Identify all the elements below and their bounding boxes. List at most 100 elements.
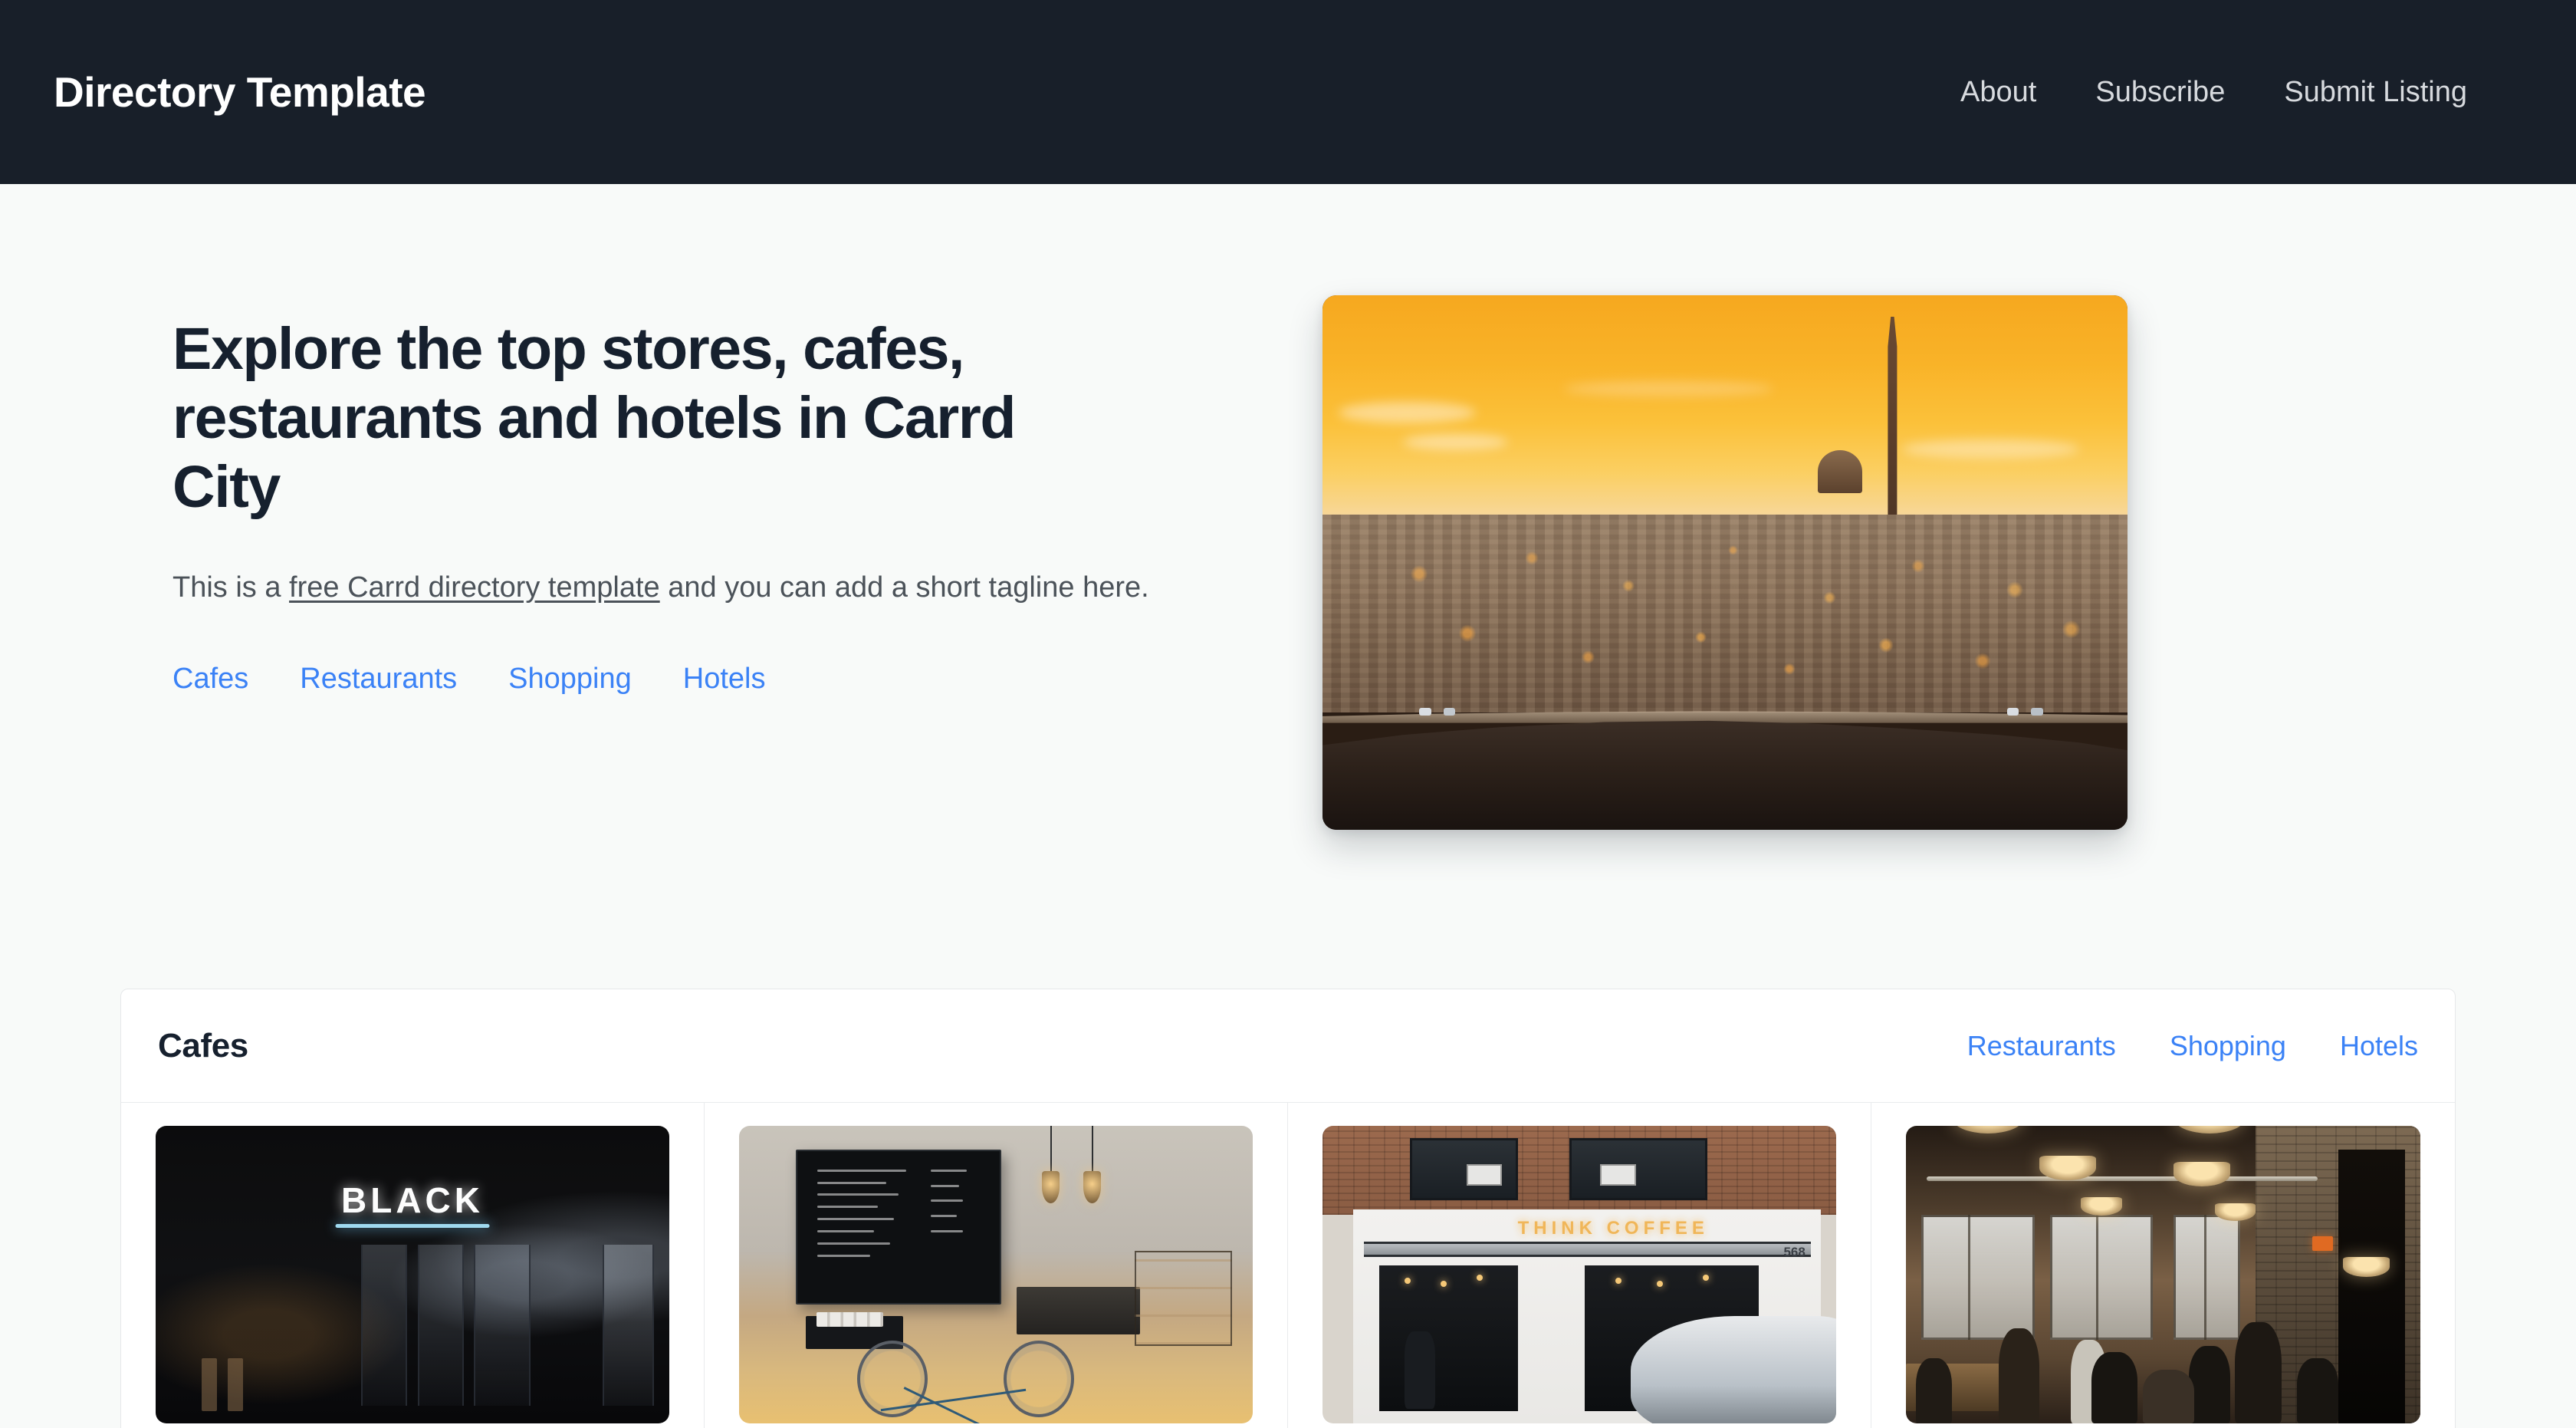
cafe-guest — [2189, 1346, 2230, 1423]
menu-price — [930, 1199, 964, 1203]
window-panel — [474, 1245, 531, 1406]
site-brand[interactable]: Directory Template — [54, 67, 426, 117]
nav-link-about[interactable]: About — [1960, 76, 2036, 109]
exit-sign — [2312, 1236, 2333, 1251]
window-mullion — [2096, 1215, 2099, 1341]
think-coffee-sign: THINK COFFEE — [1517, 1218, 1709, 1239]
large-window — [2173, 1215, 2241, 1341]
listing-item[interactable]: THINK COFFEE 568 — [1288, 1103, 1871, 1428]
menu-board — [795, 1150, 1001, 1305]
ceiling-pipe — [1926, 1176, 2318, 1181]
string-light — [1656, 1280, 1663, 1287]
listings-grid: BLACK THINK COFFEE 568 — [121, 1103, 2455, 1428]
menu-price — [930, 1184, 959, 1187]
menu-price — [930, 1229, 964, 1232]
page-title: Explore the top stores, cafes, restauran… — [172, 316, 1016, 521]
car — [2006, 708, 2019, 716]
listing-thumbnail[interactable] — [739, 1126, 1253, 1423]
bicycle-wheel — [1003, 1340, 1075, 1418]
old-town-buildings — [1322, 514, 2128, 712]
menu-line — [817, 1254, 870, 1257]
nav-link-submit-listing[interactable]: Submit Listing — [2284, 76, 2467, 109]
listing-thumbnail[interactable]: THINK COFFEE 568 — [1322, 1126, 1836, 1423]
retail-shelving — [1134, 1250, 1233, 1347]
window-panel — [602, 1245, 654, 1406]
glass-door-panel — [417, 1245, 464, 1406]
cityscape-illustration — [1322, 295, 2128, 830]
street-number: 568 — [1783, 1245, 1806, 1260]
glass-door-panel — [361, 1245, 408, 1406]
string-light — [1477, 1275, 1483, 1281]
tagline-text-after: and you can add a short tagline here. — [659, 571, 1149, 604]
listing-item[interactable]: BLACK — [121, 1103, 705, 1428]
site-header: Directory Template About Subscribe Submi… — [0, 0, 2576, 184]
listing-thumbnail[interactable] — [1906, 1126, 2420, 1423]
upper-window — [1569, 1137, 1708, 1200]
large-window — [2049, 1215, 2154, 1341]
listing-item[interactable] — [1871, 1103, 2455, 1428]
hero-copy: Explore the top stores, cafes, restauran… — [172, 295, 1307, 696]
hero-category-cafes[interactable]: Cafes — [172, 663, 248, 696]
listing-thumbnail[interactable]: BLACK — [156, 1126, 669, 1423]
bicycle — [852, 1316, 1088, 1423]
hero-tagline: This is a free Carrd directory template … — [172, 566, 1169, 609]
menu-price — [930, 1215, 958, 1218]
window-mullion — [2204, 1215, 2207, 1341]
tagline-text-before: This is a — [172, 571, 290, 604]
cafe-guest — [1916, 1357, 1953, 1423]
listing-item[interactable] — [705, 1103, 1288, 1428]
string-light — [1615, 1277, 1622, 1284]
menu-line — [817, 1242, 891, 1245]
tab-shopping[interactable]: Shopping — [2170, 1030, 2286, 1062]
listings-card: Cafes Restaurants Shopping Hotels BLACK — [120, 989, 2456, 1428]
cafe-guest — [2091, 1351, 2137, 1423]
neon-script-underline — [335, 1224, 490, 1229]
cloud — [1339, 402, 1476, 424]
free-template-link[interactable]: free Carrd directory template — [289, 571, 660, 604]
menu-line — [817, 1193, 899, 1196]
string-light — [1441, 1280, 1447, 1287]
menu-line — [817, 1206, 879, 1209]
pendant-lamp — [1042, 1126, 1060, 1203]
air-conditioner-unit — [1466, 1164, 1503, 1186]
large-window — [1921, 1215, 2035, 1341]
cafe-guest — [2296, 1357, 2338, 1423]
tab-hotels[interactable]: Hotels — [2340, 1030, 2418, 1062]
hero-section: Explore the top stores, cafes, restauran… — [0, 184, 2576, 830]
hero-category-shopping[interactable]: Shopping — [508, 663, 632, 696]
listings-title: Cafes — [158, 1026, 248, 1064]
black-sign-text: BLACK — [341, 1180, 484, 1220]
nav-link-subscribe[interactable]: Subscribe — [2095, 76, 2225, 109]
string-light — [1702, 1275, 1709, 1281]
pedestrian — [1405, 1331, 1436, 1409]
cafe-guest — [1998, 1328, 2040, 1423]
window-mullion — [1967, 1215, 1970, 1341]
cafe-guest — [2142, 1370, 2194, 1423]
hero-image — [1322, 295, 2128, 830]
pendant-lamp — [1083, 1126, 1101, 1203]
hero-category-hotels[interactable]: Hotels — [683, 663, 766, 696]
storefront-window — [1378, 1265, 1518, 1412]
menu-line — [817, 1229, 874, 1232]
listings-card-header: Cafes Restaurants Shopping Hotels — [121, 989, 2455, 1103]
cafe-guest — [2235, 1322, 2282, 1423]
main-navigation: About Subscribe Submit Listing — [1960, 76, 2522, 109]
bar-stool — [202, 1357, 218, 1412]
car — [2031, 708, 2043, 716]
car — [1419, 708, 1431, 716]
menu-price — [930, 1169, 968, 1172]
menu-line — [817, 1169, 907, 1172]
cathedral-dome — [1817, 450, 1862, 493]
storefront-awning — [1363, 1242, 1811, 1257]
listings-category-tabs: Restaurants Shopping Hotels — [1967, 1030, 2418, 1062]
menu-line — [817, 1218, 895, 1221]
tab-restaurants[interactable]: Restaurants — [1967, 1030, 2116, 1062]
air-conditioner-unit — [1599, 1164, 1636, 1186]
car — [1443, 708, 1456, 716]
doorway — [2338, 1150, 2405, 1423]
hero-category-restaurants[interactable]: Restaurants — [300, 663, 457, 696]
hero-category-links: Cafes Restaurants Shopping Hotels — [172, 663, 1307, 696]
menu-line — [817, 1181, 886, 1184]
cloud — [1902, 439, 2079, 459]
bar-stool — [227, 1357, 243, 1412]
